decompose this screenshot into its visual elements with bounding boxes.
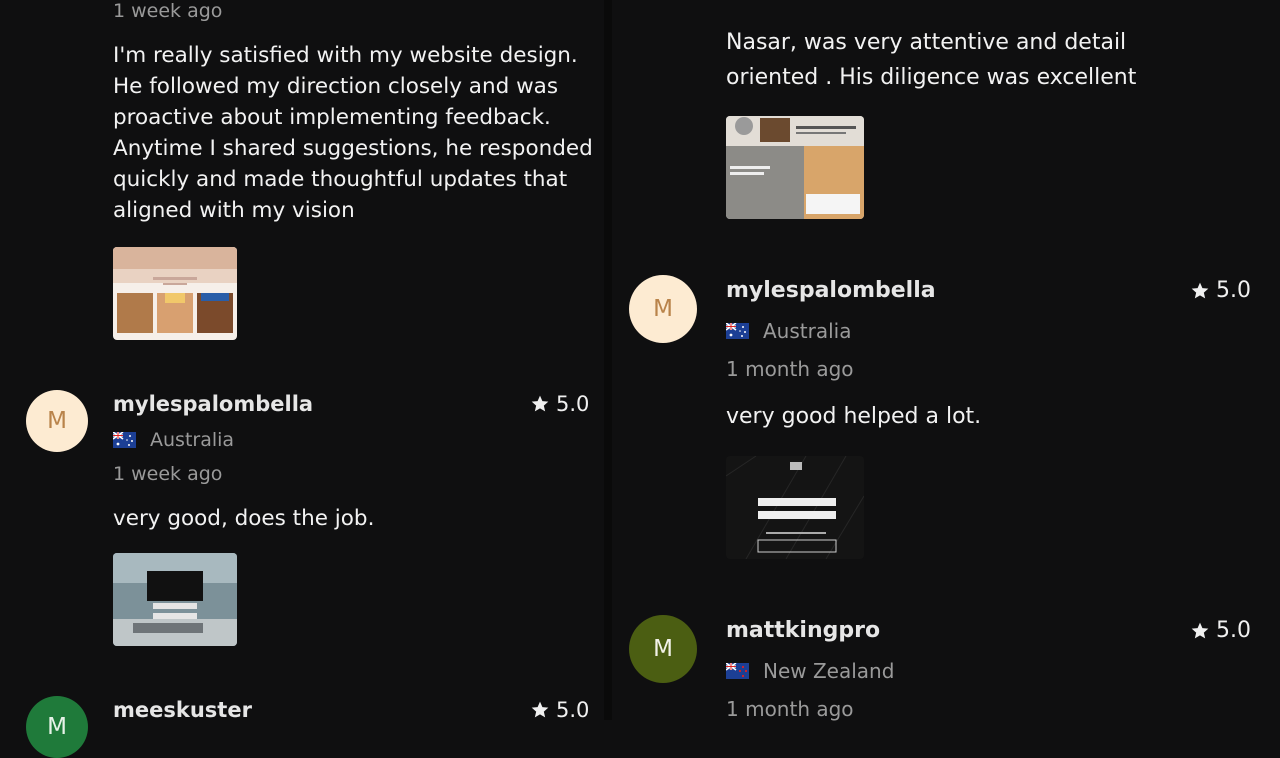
avatar-letter: M	[653, 636, 673, 662]
review-attachment-thumbnail[interactable]	[726, 116, 864, 219]
website-preview-image	[726, 456, 864, 559]
reviewer-country: Australia	[113, 429, 234, 451]
star-icon	[1191, 282, 1209, 298]
avatar[interactable]: M	[629, 615, 697, 683]
review-text-line: Anytime I shared suggestions, he respond…	[113, 136, 593, 161]
review-rating: 5.0	[530, 698, 589, 722]
country-name: Australia	[763, 319, 852, 343]
avatar[interactable]: M	[26, 696, 88, 758]
review-text-line: He followed my direction closely and was	[113, 74, 559, 99]
review-text: very good, does the job.	[113, 506, 375, 531]
avatar-letter: M	[47, 408, 67, 434]
rating-value: 5.0	[556, 392, 590, 416]
new-zealand-flag-icon	[726, 663, 749, 679]
review-text-line: quickly and made thoughtful updates that	[113, 167, 568, 192]
reviewer-country: Australia	[726, 319, 851, 343]
australia-flag-icon	[113, 432, 136, 448]
avatar-letter: M	[653, 296, 673, 322]
star-icon	[1191, 622, 1209, 638]
review-attachment-thumbnail[interactable]	[726, 456, 864, 559]
review-text: I'm really satisfied with my website des…	[113, 40, 593, 226]
website-preview-image	[113, 247, 237, 333]
website-preview-image	[113, 553, 237, 646]
avatar[interactable]: M	[629, 275, 697, 343]
review-text: very good helped a lot.	[726, 404, 982, 429]
avatar[interactable]: M	[26, 390, 88, 452]
review-text-line: aligned with my vision	[113, 198, 355, 223]
reviewer-username[interactable]: mylespalombella	[113, 392, 313, 416]
reviewer-country: New Zealand	[726, 659, 894, 683]
review-rating: 5.0	[530, 392, 589, 416]
review-text-line: Nasar, was very attentive and detail	[726, 30, 1127, 55]
review-text: Nasar, was very attentive and detail ori…	[726, 25, 1246, 95]
review-time: 1 month ago	[726, 357, 854, 381]
review-rating: 5.0	[1190, 278, 1251, 303]
rating-value: 5.0	[556, 698, 590, 722]
rating-value: 5.0	[1216, 278, 1251, 303]
review-attachment-thumbnail[interactable]	[113, 247, 237, 340]
reviewer-username[interactable]: mylespalombella	[726, 278, 936, 303]
country-name: New Zealand	[763, 659, 895, 683]
star-icon	[531, 701, 549, 718]
review-attachment-thumbnail[interactable]	[113, 553, 237, 646]
review-rating: 5.0	[1190, 618, 1251, 643]
reviewer-username[interactable]: mattkingpro	[726, 618, 880, 643]
rating-value: 5.0	[1216, 618, 1251, 643]
review-text-line: oriented . His diligence was excellent	[726, 65, 1137, 90]
country-name: Australia	[150, 429, 235, 451]
review-time: 1 week ago	[113, 0, 223, 22]
review-time: 1 month ago	[726, 697, 854, 721]
australia-flag-icon	[726, 323, 749, 339]
review-text-line: proactive about implementing feedback.	[113, 105, 551, 130]
reviewer-username[interactable]: meeskuster	[113, 698, 252, 722]
review-time: 1 week ago	[113, 463, 223, 485]
review-text-line: I'm really satisfied with my website des…	[113, 43, 578, 68]
avatar-letter: M	[47, 714, 67, 740]
website-preview-image	[726, 116, 864, 219]
star-icon	[531, 395, 549, 412]
column-divider	[604, 0, 612, 720]
